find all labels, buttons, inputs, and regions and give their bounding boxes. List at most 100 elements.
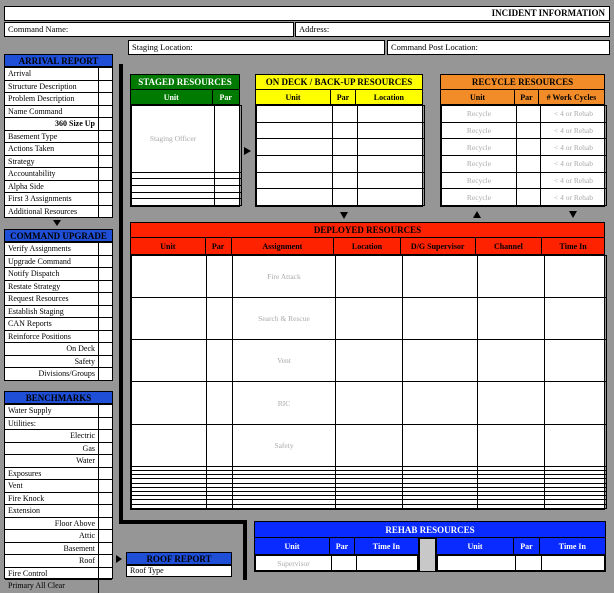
- table-cell[interactable]: [335, 339, 403, 383]
- table-cell[interactable]: [131, 171, 215, 180]
- table-cell[interactable]: [516, 188, 541, 206]
- checkbox[interactable]: [98, 305, 112, 317]
- checkbox[interactable]: [98, 505, 112, 517]
- table-cell[interactable]: [206, 297, 233, 341]
- table-cell[interactable]: [206, 254, 233, 299]
- checkbox[interactable]: [98, 168, 112, 180]
- table-cell[interactable]: [332, 154, 358, 173]
- table-cell[interactable]: [232, 503, 336, 510]
- table-cell[interactable]: [357, 154, 425, 173]
- table-cell[interactable]: [256, 154, 333, 173]
- table-cell[interactable]: [544, 339, 607, 383]
- table-cell[interactable]: [335, 423, 403, 467]
- table-cell[interactable]: [544, 254, 607, 299]
- table-cell[interactable]: [332, 138, 358, 156]
- table-cell[interactable]: [131, 198, 215, 206]
- table-cell[interactable]: [131, 503, 207, 510]
- checkbox[interactable]: [98, 193, 112, 205]
- rehab-time-cell[interactable]: [541, 555, 605, 571]
- table-cell[interactable]: [131, 178, 215, 186]
- table-cell[interactable]: [516, 138, 541, 156]
- table-cell[interactable]: [402, 339, 478, 383]
- table-cell[interactable]: [206, 423, 233, 467]
- checkbox[interactable]: [98, 243, 112, 255]
- table-cell[interactable]: Recycle: [441, 188, 517, 206]
- command-name-field[interactable]: Command Name:: [4, 22, 294, 37]
- table-cell[interactable]: [256, 105, 333, 123]
- table-cell[interactable]: Recycle: [441, 121, 517, 140]
- table-cell[interactable]: [357, 138, 425, 156]
- table-cell[interactable]: [256, 188, 333, 206]
- checkbox[interactable]: [98, 68, 112, 80]
- table-cell[interactable]: [332, 188, 358, 206]
- checkbox[interactable]: [98, 455, 112, 467]
- checkbox[interactable]: [98, 180, 112, 192]
- checkbox[interactable]: [98, 268, 112, 280]
- table-cell[interactable]: [477, 339, 545, 383]
- table-cell[interactable]: [544, 503, 607, 510]
- checkbox[interactable]: [98, 405, 112, 417]
- rehab-time-cell[interactable]: [356, 555, 418, 571]
- table-cell[interactable]: Recycle: [441, 171, 517, 190]
- address-field[interactable]: Address:: [295, 22, 610, 37]
- table-cell[interactable]: [402, 254, 478, 299]
- table-cell[interactable]: [544, 381, 607, 425]
- table-cell[interactable]: [357, 188, 425, 206]
- checkbox[interactable]: [98, 580, 112, 593]
- table-cell[interactable]: [256, 171, 333, 190]
- table-cell[interactable]: Vent: [232, 339, 336, 383]
- checkbox[interactable]: [98, 542, 112, 554]
- table-cell[interactable]: Fire Attack: [232, 254, 336, 299]
- table-cell[interactable]: [214, 171, 242, 180]
- table-cell[interactable]: Recycle: [441, 138, 517, 156]
- table-cell[interactable]: [402, 503, 478, 510]
- table-cell[interactable]: [477, 423, 545, 467]
- table-cell[interactable]: [206, 381, 233, 425]
- rehab-par-cell[interactable]: [331, 555, 357, 571]
- table-cell[interactable]: [214, 191, 242, 200]
- table-cell[interactable]: [332, 105, 358, 123]
- checkbox[interactable]: [98, 467, 112, 479]
- table-cell[interactable]: [516, 121, 541, 140]
- table-cell[interactable]: [131, 297, 207, 341]
- checkbox[interactable]: [98, 280, 112, 292]
- checkbox[interactable]: [98, 355, 112, 367]
- checkbox[interactable]: [98, 118, 112, 130]
- checkbox[interactable]: [98, 130, 112, 142]
- rehab-unit-cell[interactable]: [437, 555, 516, 571]
- rehab-supervisor-cell[interactable]: Supervisor: [255, 555, 332, 571]
- checkbox[interactable]: [98, 105, 112, 117]
- table-cell[interactable]: Staging Officer: [131, 105, 215, 173]
- checkbox[interactable]: [98, 330, 112, 342]
- checkbox[interactable]: [98, 143, 112, 155]
- table-cell[interactable]: [335, 503, 403, 510]
- table-cell[interactable]: [516, 154, 541, 173]
- checkbox[interactable]: [98, 492, 112, 504]
- table-cell[interactable]: [131, 339, 207, 383]
- table-cell[interactable]: [256, 138, 333, 156]
- table-cell[interactable]: Safety: [232, 423, 336, 467]
- staging-location-field[interactable]: Staging Location:: [128, 40, 385, 55]
- table-cell[interactable]: [131, 184, 215, 193]
- table-cell[interactable]: [214, 198, 242, 206]
- table-cell[interactable]: Recycle: [441, 154, 517, 173]
- rehab-par-cell[interactable]: [515, 555, 542, 571]
- checkbox[interactable]: [98, 530, 112, 542]
- table-cell[interactable]: [357, 105, 425, 123]
- checkbox[interactable]: [98, 442, 112, 454]
- table-cell[interactable]: [516, 171, 541, 190]
- table-cell[interactable]: [131, 423, 207, 467]
- checkbox[interactable]: [98, 343, 112, 355]
- table-cell[interactable]: [357, 171, 425, 190]
- table-cell[interactable]: [402, 423, 478, 467]
- table-cell[interactable]: [477, 503, 545, 510]
- table-cell[interactable]: [477, 381, 545, 425]
- table-cell[interactable]: [335, 254, 403, 299]
- table-cell[interactable]: [477, 254, 545, 299]
- table-cell[interactable]: < 4 or Rehab: [540, 105, 607, 123]
- table-cell[interactable]: < 4 or Rehab: [540, 154, 607, 173]
- checkbox[interactable]: [98, 93, 112, 105]
- table-cell[interactable]: [131, 254, 207, 299]
- table-cell[interactable]: [131, 191, 215, 200]
- table-cell[interactable]: [402, 381, 478, 425]
